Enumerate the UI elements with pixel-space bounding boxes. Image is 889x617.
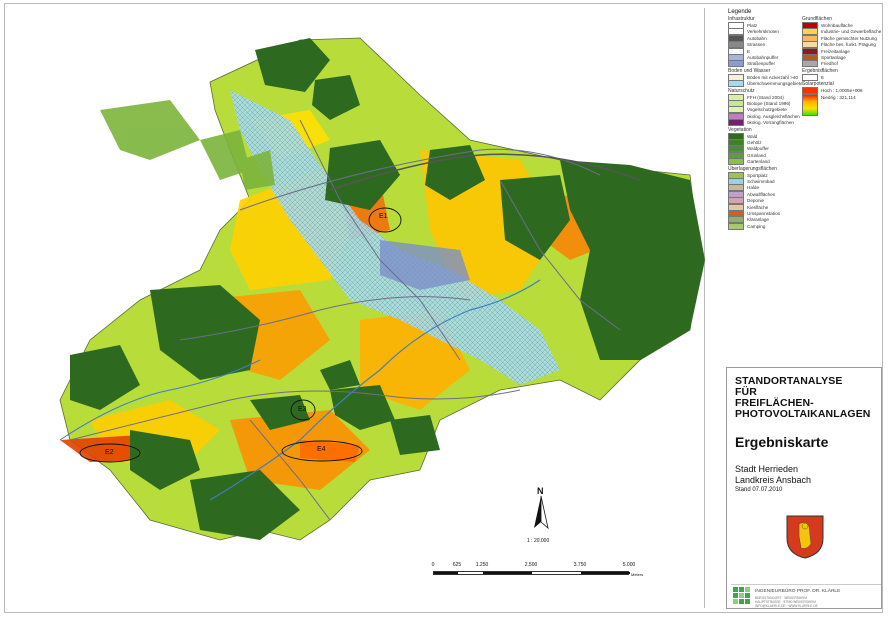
legend-item-label: Böden mit Ackerzahl >40 — [747, 74, 798, 80]
scale-tick: 1.250 — [475, 562, 489, 568]
scale-tick: 2.500 — [524, 562, 538, 568]
legend-item-label: Camping — [747, 223, 766, 229]
legend-item-label: Autobahnpuffer — [747, 55, 779, 60]
legend-item-label: Schwimmbad — [747, 179, 775, 184]
north-label: N — [537, 486, 544, 496]
legend-item-label: Kiesfläche — [747, 204, 769, 210]
legend-item-label: Sportplatz — [747, 172, 768, 178]
scale-tick: 625 — [452, 562, 462, 568]
legend-item-label: Straßenpuffer — [747, 61, 776, 67]
legend-item-label: E — [747, 48, 751, 54]
scale-tick: 5.000 — [622, 562, 636, 568]
legend-swatch — [728, 158, 744, 166]
legend-item: Gartenland — [728, 158, 770, 166]
legend-item-label: Fläche bes. funkt. Prägung — [821, 42, 876, 48]
office-name: INGENIEURBÜRO PROF. DR. KLÄRLE — [755, 589, 841, 594]
scale-tick: 0 — [431, 562, 435, 568]
legend-item-label: Hoch : 1,0005e+006 — [821, 88, 863, 94]
title-block: STANDORTANALYSE FÜR FREIFLÄCHEN- PHOTOVO… — [726, 367, 882, 609]
legend-item: E — [802, 73, 825, 81]
legend-item-label: Deponie — [747, 198, 765, 204]
legend-item-label: Niedrig : 321,114 — [821, 94, 856, 100]
legend-item: Friedhof — [802, 60, 838, 68]
scale-tick: 3.750 — [573, 562, 587, 568]
scale-ratio: 1 : 20.000 — [527, 538, 550, 544]
legend-item-label: Vogelschutzgebiete — [747, 107, 787, 113]
legend-swatch — [802, 60, 818, 68]
legend-item-label: E — [821, 74, 825, 80]
legend-swatch — [728, 119, 744, 127]
office-logo-icon — [733, 587, 750, 604]
legend-item-label: Gartenland — [747, 159, 770, 165]
legend-item-label: Waldpuffer — [747, 146, 769, 152]
office-footer: INGENIEURBÜRO PROF. DR. KLÄRLE BÜROSTAND… — [731, 584, 881, 608]
legend-item-label: Wald — [747, 133, 758, 139]
legend-item-label: Platz — [747, 23, 758, 28]
scale-bar — [433, 571, 630, 575]
legend-item: Straßenpuffer — [728, 60, 776, 68]
legend-item-label: Autobahn — [747, 35, 767, 41]
legend-title: Legende — [728, 9, 752, 15]
legend-swatch — [728, 80, 744, 88]
legend-item: Überschwemmungsgebiete — [728, 80, 803, 88]
scale-unit: Meters — [631, 572, 644, 577]
legend-item-label: Industrie- und Gewerbefläche — [821, 29, 882, 35]
legend-item-label: Wohnbaufläche — [821, 23, 853, 28]
legend-item-label: Grünland — [747, 152, 766, 158]
map-label-e4: E4 — [317, 446, 326, 453]
legend-swatch — [728, 60, 744, 68]
map-label-e2: E2 — [105, 449, 114, 456]
legend-item: Camping — [728, 222, 766, 230]
legend-item-label: Abwallflächen — [747, 191, 776, 197]
legend-item-label: Freizeitanlage — [821, 48, 850, 54]
map-title: STANDORTANALYSE FÜR FREIFLÄCHEN- PHOTOVO… — [735, 375, 871, 420]
legend-item-label: Kläranlage — [747, 217, 769, 223]
legend-item-label: Halde — [747, 185, 760, 191]
legend-item-label: ökolog. Ausgleichsflächen — [747, 113, 800, 119]
legend-item-label: Verkehrsknoten — [747, 29, 779, 35]
legend-item-label: Sportanlage — [821, 55, 846, 60]
legend-item-label: FFH (Stand 2004) — [747, 94, 784, 100]
map-date: Stand 07.07.2010 — [735, 487, 783, 493]
legend-swatch — [728, 222, 744, 230]
coat-of-arms-icon — [786, 515, 824, 559]
legend-swatch — [802, 73, 818, 81]
legend-item-label: Biotope (Stand 1996) — [747, 101, 791, 106]
legend-item-label: Fläche gemischter Nutzung — [821, 35, 877, 41]
map-subtitle: Ergebniskarte — [735, 434, 829, 450]
legend-item-label: Gehölz — [747, 140, 762, 145]
office-address: BÜROSTANDORT · WEIKERSHEIM HAUPTSTRASSE … — [755, 596, 818, 608]
map-location: Stadt Herrieden Landkreis Ansbach — [735, 464, 812, 485]
legend-item: ökolog. Vorrangflächen — [728, 119, 794, 127]
legend-item-label: Strassen — [747, 42, 766, 48]
legend-item-label: Friedhof — [821, 61, 838, 67]
legend-item-label: Umspannstation — [747, 211, 781, 216]
legend-item-label: ökolog. Vorrangflächen — [747, 120, 794, 126]
map-label-e1: E1 — [379, 213, 388, 220]
map-label-e3: E3 — [298, 406, 307, 413]
solar-gradient-bar — [802, 94, 818, 116]
legend-item-label: Überschwemmungsgebiete — [747, 81, 803, 87]
